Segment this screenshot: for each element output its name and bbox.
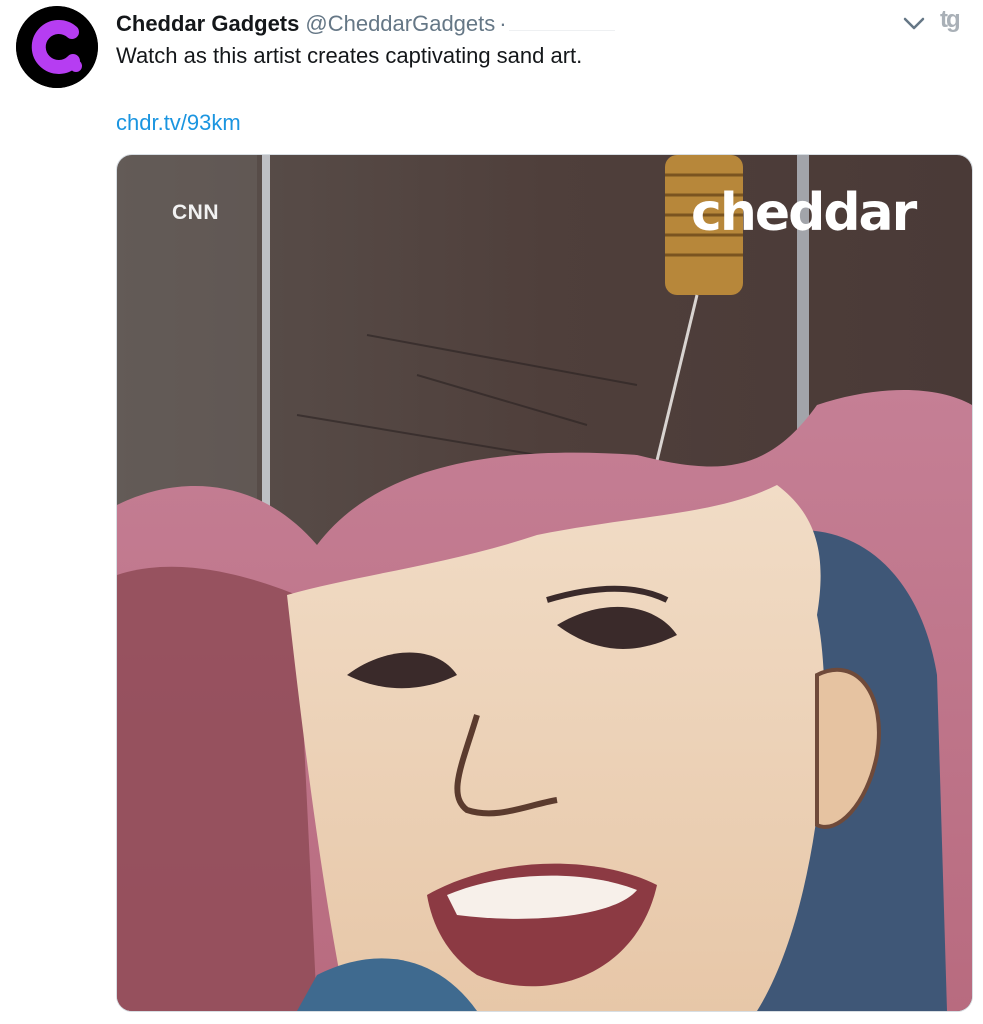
tg-logo-icon: tg (940, 6, 961, 33)
timestamp-area (508, 8, 615, 31)
avatar[interactable] (16, 6, 98, 88)
display-name[interactable]: Cheddar Gadgets (116, 11, 299, 37)
sand-art-image (117, 155, 972, 1011)
tweet-text: Watch as this artist creates captivating… (116, 43, 583, 68)
tweet-link[interactable]: chdr.tv/93km (116, 110, 241, 136)
tweet-header: Cheddar Gadgets @CheddarGadgets · (116, 8, 615, 38)
user-handle[interactable]: @CheddarGadgets (305, 11, 495, 37)
cheddar-watermark: cheddar (691, 183, 917, 243)
chevron-down-icon[interactable] (902, 12, 926, 34)
cheddar-logo-icon (16, 6, 98, 88)
separator-dot: · (499, 11, 507, 36)
video-media[interactable]: CNN cheddar (116, 154, 973, 1012)
cnn-watermark: CNN (172, 201, 219, 224)
